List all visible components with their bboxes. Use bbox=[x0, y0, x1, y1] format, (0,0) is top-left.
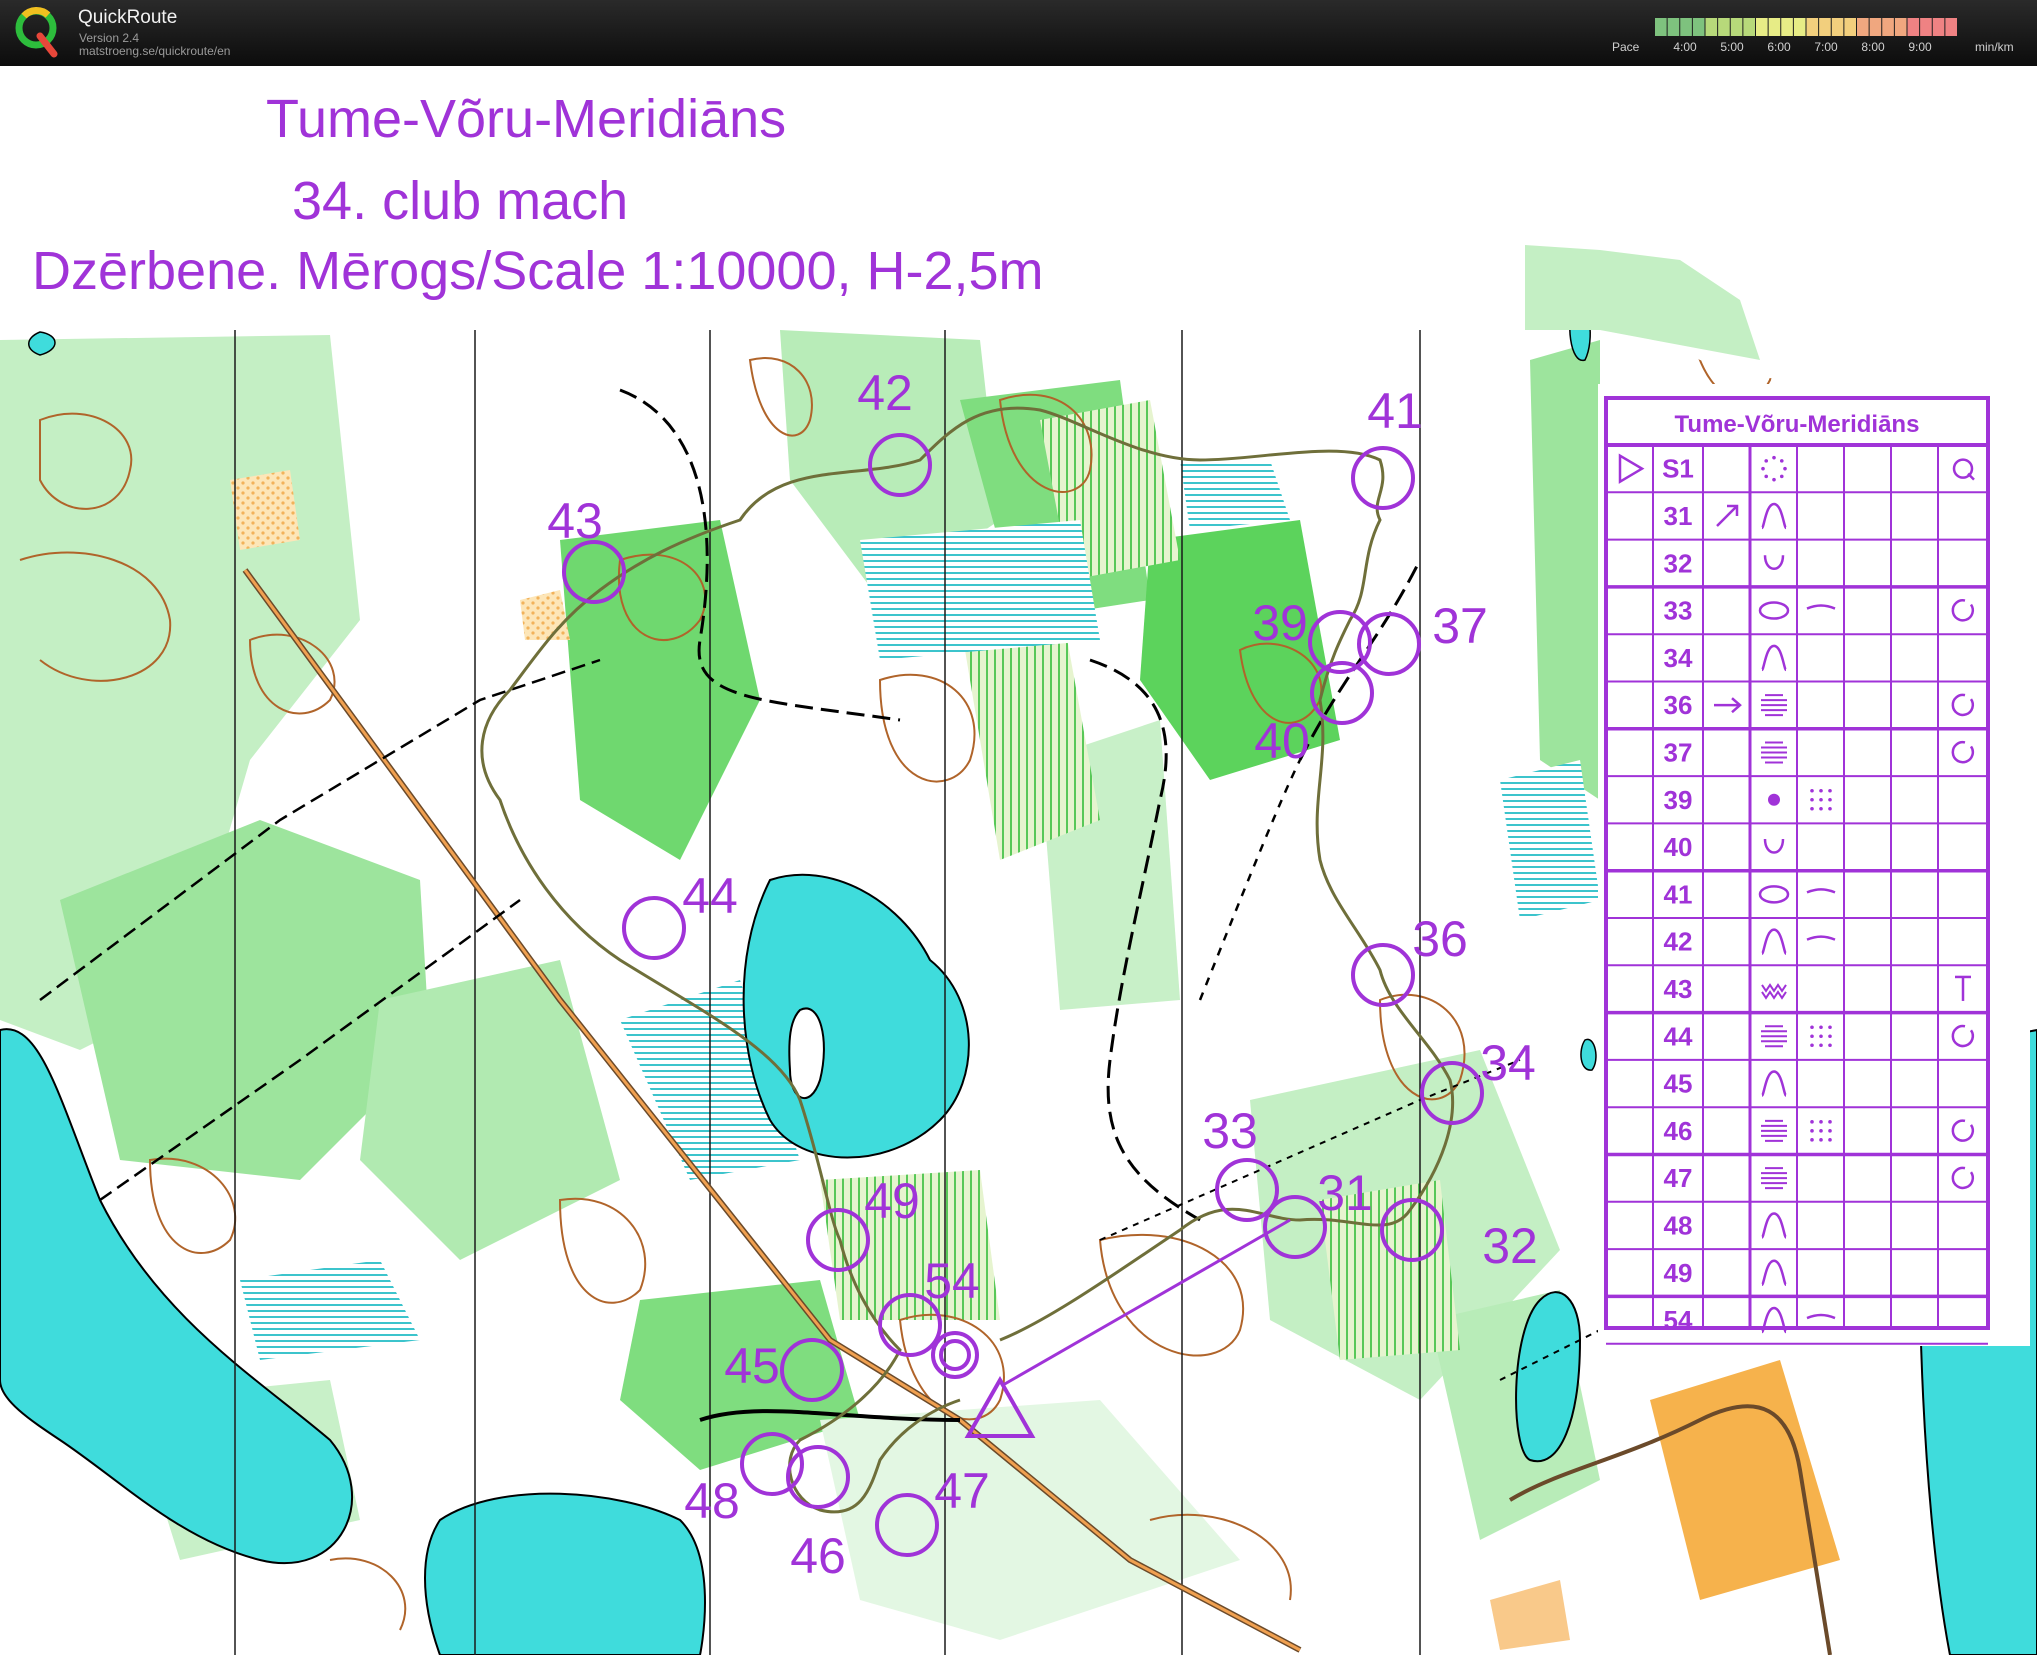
control-number-39: 39 bbox=[1252, 595, 1308, 651]
pace-color-cell bbox=[1705, 18, 1718, 36]
control-number-32: 32 bbox=[1482, 1218, 1538, 1274]
control-number-54: 54 bbox=[924, 1253, 980, 1309]
control-number-34: 34 bbox=[1480, 1035, 1536, 1091]
description-code: 33 bbox=[1664, 596, 1693, 626]
control-number-48: 48 bbox=[684, 1473, 740, 1529]
pace-tick-label: 4:00 bbox=[1673, 40, 1697, 54]
description-code: 46 bbox=[1664, 1116, 1693, 1146]
pace-tick-label: 6:00 bbox=[1767, 40, 1791, 54]
description-code: 36 bbox=[1664, 690, 1693, 720]
pace-tick-label: 5:00 bbox=[1720, 40, 1744, 54]
description-code: 39 bbox=[1664, 785, 1693, 815]
pace-color-cell bbox=[1768, 18, 1781, 36]
pace-color-cell bbox=[1932, 18, 1945, 36]
pace-tick-label: 7:00 bbox=[1814, 40, 1838, 54]
description-code: 31 bbox=[1664, 501, 1693, 531]
pace-color-cell bbox=[1743, 18, 1755, 36]
pace-label: Pace bbox=[1612, 40, 1640, 54]
app-title: QuickRoute bbox=[78, 7, 178, 28]
description-code: 42 bbox=[1664, 927, 1693, 957]
description-code: 41 bbox=[1664, 879, 1693, 909]
app-toolbar: QuickRoute Version 2.4 matstroeng.se/qui… bbox=[0, 0, 2037, 66]
description-code: 37 bbox=[1664, 737, 1693, 767]
pace-color-cell bbox=[1894, 18, 1907, 36]
pace-color-cell bbox=[1857, 18, 1869, 36]
control-number-31: 31 bbox=[1317, 1165, 1373, 1221]
control-number-45: 45 bbox=[724, 1338, 780, 1394]
app-url[interactable]: matstroeng.se/quickroute/en bbox=[79, 44, 230, 58]
control-number-43: 43 bbox=[547, 493, 603, 549]
boulder-icon bbox=[1768, 793, 1780, 806]
pace-unit: min/km bbox=[1975, 40, 2014, 54]
description-code: 44 bbox=[1664, 1021, 1693, 1051]
description-code: 43 bbox=[1664, 974, 1693, 1004]
pace-tick-label: 9:00 bbox=[1908, 40, 1932, 54]
map-scale-line: Dzērbene. Mērogs/Scale 1:10000, H-2,5m bbox=[32, 241, 1044, 301]
control-number-37: 37 bbox=[1432, 598, 1488, 654]
description-code: 54 bbox=[1664, 1305, 1693, 1335]
control-number-46: 46 bbox=[790, 1528, 846, 1584]
map-subtitle: 34. club mach bbox=[292, 171, 629, 231]
pace-color-cell bbox=[1819, 18, 1831, 36]
control-number-49: 49 bbox=[864, 1173, 920, 1229]
pace-color-cell bbox=[1907, 18, 1920, 36]
description-code: 34 bbox=[1664, 643, 1693, 673]
control-number-33: 33 bbox=[1202, 1103, 1258, 1159]
app-version: Version 2.4 bbox=[79, 31, 140, 45]
control-number-41: 41 bbox=[1367, 383, 1423, 439]
description-code: 32 bbox=[1664, 548, 1693, 578]
pace-color-cell bbox=[1793, 18, 1806, 36]
control-number-42: 42 bbox=[857, 365, 913, 421]
pace-color-cell bbox=[1806, 18, 1819, 36]
description-code: 49 bbox=[1664, 1258, 1693, 1288]
description-code: 48 bbox=[1664, 1210, 1693, 1240]
pace-color-cell bbox=[1718, 18, 1730, 36]
pace-color-scale bbox=[1655, 18, 1957, 36]
pace-color-cell bbox=[1781, 18, 1793, 36]
map-title: Tume-Võru-Meridiāns bbox=[266, 89, 787, 149]
description-code: 40 bbox=[1664, 832, 1693, 862]
quickroute-logo-icon bbox=[15, 7, 58, 58]
description-code: 45 bbox=[1664, 1069, 1693, 1099]
pace-color-cell bbox=[1920, 18, 1932, 36]
pace-color-cell bbox=[1680, 18, 1692, 36]
pace-color-cell bbox=[1945, 18, 1957, 36]
control-number-40: 40 bbox=[1254, 713, 1310, 769]
pace-color-cell bbox=[1882, 18, 1894, 36]
pace-color-cell bbox=[1667, 18, 1680, 36]
control-number-44: 44 bbox=[682, 868, 738, 924]
pace-color-cell bbox=[1756, 18, 1768, 36]
description-code: S1 bbox=[1662, 454, 1694, 484]
description-code: 47 bbox=[1664, 1163, 1693, 1193]
pace-color-cell bbox=[1730, 18, 1743, 36]
control-number-36: 36 bbox=[1412, 911, 1468, 967]
control-number-47: 47 bbox=[934, 1463, 990, 1519]
pace-color-cell bbox=[1692, 18, 1705, 36]
pace-tick-label: 8:00 bbox=[1861, 40, 1885, 54]
pace-color-cell bbox=[1844, 18, 1856, 36]
description-title: Tume-Võru-Meridiāns bbox=[1675, 411, 1920, 438]
control-description-sheet: Tume-Võru-Meridiāns S1 31 32 33 34 36 37 39 40 41… bbox=[1598, 384, 2030, 1346]
pace-color-cell bbox=[1655, 18, 1667, 36]
pace-color-cell bbox=[1831, 18, 1844, 36]
pace-color-cell bbox=[1869, 18, 1882, 36]
